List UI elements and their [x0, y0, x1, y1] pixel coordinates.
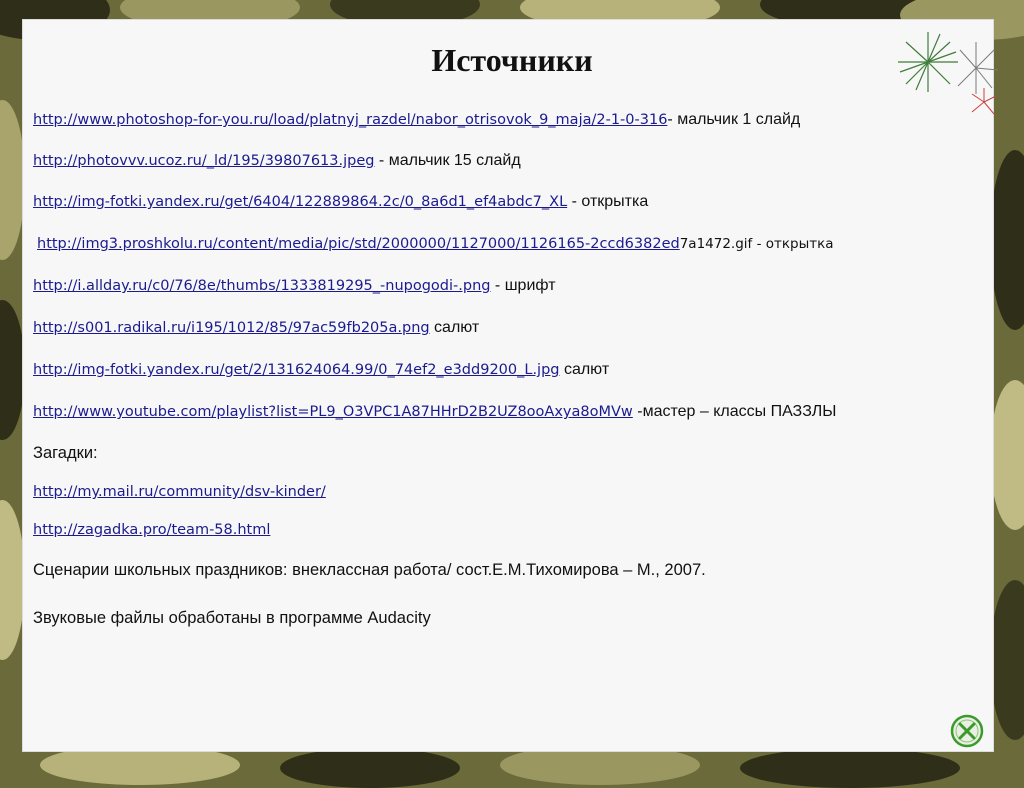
source-note: салют [429, 319, 480, 336]
source-note: 7a1472.gif - открытка [679, 236, 834, 252]
close-circle-icon[interactable] [950, 714, 984, 748]
book-reference: Сценарии школьных праздников: внеклассна… [33, 561, 706, 579]
source-link[interactable]: http://www.youtube.com/playlist?list=PL9… [33, 404, 633, 420]
source-line: http://img3.proshkolu.ru/content/media/p… [37, 235, 834, 253]
source-link[interactable]: http://photovvv.ucoz.ru/_ld/195/39807613… [33, 153, 374, 169]
source-line: http://zagadka.pro/team-58.html [33, 521, 270, 539]
source-note: - шрифт [490, 277, 556, 294]
source-link[interactable]: http://www.photoshop-for-you.ru/load/pla… [33, 112, 667, 128]
source-note: - открытка [567, 193, 649, 210]
audio-note: Звуковые файлы обработаны в программе Au… [33, 609, 431, 627]
source-line: http://img-fotki.yandex.ru/get/2/1316240… [33, 361, 609, 379]
source-link[interactable]: http://s001.radikal.ru/i195/1012/85/97ac… [33, 320, 430, 336]
source-line: http://www.youtube.com/playlist?list=PL9… [33, 403, 836, 421]
riddle-link[interactable]: http://my.mail.ru/community/dsv-kinder/ [33, 484, 326, 500]
source-link[interactable]: http://img-fotki.yandex.ru/get/2/1316240… [33, 362, 560, 378]
riddles-label: Загадки: [33, 444, 98, 462]
source-line: http://photovvv.ucoz.ru/_ld/195/39807613… [33, 152, 521, 170]
riddle-link[interactable]: http://zagadka.pro/team-58.html [33, 522, 270, 538]
page-title: Источники [431, 42, 593, 78]
source-note: салют [559, 361, 610, 378]
source-note: - мальчик 15 слайд [374, 152, 521, 169]
source-line: http://my.mail.ru/community/dsv-kinder/ [33, 483, 326, 501]
source-note: -мастер – классы ПАЗЗЛЫ [632, 403, 837, 420]
source-link[interactable]: http://i.allday.ru/c0/76/8e/thumbs/13338… [33, 278, 490, 294]
source-line: http://img-fotki.yandex.ru/get/6404/1228… [33, 193, 648, 211]
source-link[interactable]: http://img3.proshkolu.ru/content/media/p… [37, 236, 680, 252]
source-note: - мальчик 1 слайд [667, 111, 801, 128]
fireworks-icon [898, 32, 999, 115]
source-line: http://s001.radikal.ru/i195/1012/85/97ac… [33, 319, 479, 337]
source-line: http://i.allday.ru/c0/76/8e/thumbs/13338… [33, 277, 556, 295]
source-link[interactable]: http://img-fotki.yandex.ru/get/6404/1228… [33, 194, 567, 210]
source-line: http://www.photoshop-for-you.ru/load/pla… [33, 111, 800, 129]
